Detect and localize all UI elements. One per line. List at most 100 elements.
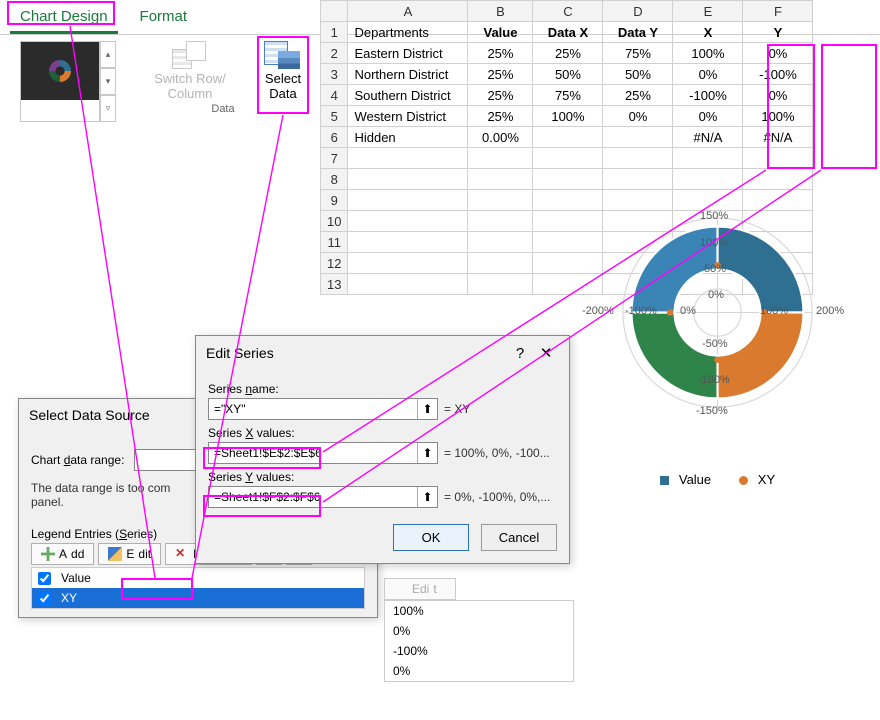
edit-axis-labels-button: Edit bbox=[384, 578, 456, 600]
series-item-value[interactable]: Value bbox=[32, 568, 364, 588]
dialog-title: Edit Series bbox=[206, 345, 274, 361]
gallery-down-icon[interactable]: ▾ bbox=[100, 68, 116, 95]
series-checkbox[interactable] bbox=[38, 572, 51, 585]
cancel-button[interactable]: Cancel bbox=[481, 524, 557, 551]
col-header[interactable]: D bbox=[603, 1, 673, 22]
dialog-title: Select Data Source bbox=[29, 407, 150, 423]
cell[interactable] bbox=[533, 127, 603, 148]
row-header[interactable]: 4 bbox=[321, 85, 348, 106]
cell[interactable]: -100% bbox=[743, 64, 813, 85]
series-y-label: Series Y values: bbox=[208, 470, 557, 484]
series-item-xy[interactable]: XY bbox=[32, 588, 364, 608]
series-list[interactable]: Value XY bbox=[31, 567, 365, 609]
close-button[interactable]: ✕ bbox=[533, 344, 559, 362]
cell[interactable]: Value bbox=[468, 22, 533, 43]
list-item[interactable]: -100% bbox=[385, 641, 573, 661]
row-header[interactable]: 5 bbox=[321, 106, 348, 127]
help-button[interactable]: ? bbox=[507, 345, 533, 362]
axis-labels-list[interactable]: 100% 0% -100% 0% bbox=[384, 600, 574, 682]
cell[interactable]: Western District bbox=[348, 106, 468, 127]
range-picker-icon[interactable]: ⬆ bbox=[417, 487, 437, 507]
series-checkbox[interactable] bbox=[38, 592, 51, 605]
series-y-input[interactable] bbox=[209, 487, 417, 507]
list-item[interactable]: 0% bbox=[385, 621, 573, 641]
cell[interactable]: 25% bbox=[468, 43, 533, 64]
col-header[interactable]: A bbox=[348, 1, 468, 22]
cell[interactable]: #N/A bbox=[743, 127, 813, 148]
edit-icon bbox=[108, 547, 122, 561]
edit-icon bbox=[394, 582, 408, 596]
cell[interactable]: 25% bbox=[533, 43, 603, 64]
cell[interactable]: Data Y bbox=[603, 22, 673, 43]
chart-style-gallery[interactable]: ▴ ▾ ▿ bbox=[20, 41, 116, 122]
row-header[interactable]: 3 bbox=[321, 64, 348, 85]
cell[interactable]: 0% bbox=[673, 106, 743, 127]
col-header[interactable]: C bbox=[533, 1, 603, 22]
col-header[interactable]: E bbox=[673, 1, 743, 22]
series-name-result: = XY bbox=[444, 402, 470, 416]
series-x-input[interactable] bbox=[209, 443, 417, 463]
edit-series-dialog: Edit Series ? ✕ Series name: ⬆ = XY Seri… bbox=[195, 335, 570, 564]
row-header[interactable]: 12 bbox=[321, 253, 348, 274]
cell[interactable]: Data X bbox=[533, 22, 603, 43]
tab-format[interactable]: Format bbox=[130, 4, 198, 34]
row-header[interactable]: 10 bbox=[321, 211, 348, 232]
row-header[interactable]: 6 bbox=[321, 127, 348, 148]
cell[interactable]: 25% bbox=[603, 85, 673, 106]
row-header[interactable]: 1 bbox=[321, 22, 348, 43]
cell[interactable]: 100% bbox=[533, 106, 603, 127]
cell[interactable]: Y bbox=[743, 22, 813, 43]
list-item[interactable]: 100% bbox=[385, 601, 573, 621]
row-header[interactable]: 9 bbox=[321, 190, 348, 211]
cell[interactable]: Hidden bbox=[348, 127, 468, 148]
chart-style-thumb[interactable] bbox=[21, 42, 99, 100]
cell[interactable]: Eastern District bbox=[348, 43, 468, 64]
cell[interactable]: 25% bbox=[468, 106, 533, 127]
cell[interactable] bbox=[348, 148, 468, 169]
cell[interactable]: 100% bbox=[743, 106, 813, 127]
row-header[interactable]: 11 bbox=[321, 232, 348, 253]
cell[interactable]: Southern District bbox=[348, 85, 468, 106]
add-series-button[interactable]: Add bbox=[31, 543, 94, 565]
cell[interactable]: X bbox=[673, 22, 743, 43]
col-header[interactable]: B bbox=[468, 1, 533, 22]
edit-series-button[interactable]: Edit bbox=[98, 543, 161, 565]
gallery-more-icon[interactable]: ▿ bbox=[100, 95, 116, 122]
row-header[interactable]: 2 bbox=[321, 43, 348, 64]
cell[interactable]: 75% bbox=[533, 85, 603, 106]
cell[interactable]: 25% bbox=[468, 85, 533, 106]
cell[interactable]: 0% bbox=[743, 43, 813, 64]
cell[interactable]: 0% bbox=[603, 106, 673, 127]
range-picker-icon[interactable]: ⬆ bbox=[417, 399, 437, 419]
chart-data-range-label: Chart data range: bbox=[31, 453, 124, 467]
cell[interactable]: Northern District bbox=[348, 64, 468, 85]
cell[interactable]: 50% bbox=[533, 64, 603, 85]
col-header[interactable]: F bbox=[743, 1, 813, 22]
cell[interactable]: 50% bbox=[603, 64, 673, 85]
select-data-button[interactable]: Select Data bbox=[264, 41, 302, 101]
range-picker-icon[interactable]: ⬆ bbox=[417, 443, 437, 463]
cell[interactable]: 0.00% bbox=[468, 127, 533, 148]
cell[interactable]: Departments bbox=[348, 22, 468, 43]
ok-button[interactable]: OK bbox=[393, 524, 469, 551]
row-header[interactable]: 13 bbox=[321, 274, 348, 295]
tab-chart-design[interactable]: Chart Design bbox=[10, 4, 118, 34]
cell[interactable]: 100% bbox=[673, 43, 743, 64]
series-name-input[interactable] bbox=[209, 399, 417, 419]
select-all-corner[interactable] bbox=[321, 1, 348, 22]
chart-object[interactable]: 150% 100% 50% 0% -50% -100% -150% -200% … bbox=[570, 195, 865, 505]
cell[interactable]: 0% bbox=[743, 85, 813, 106]
callout-edit-button bbox=[121, 578, 193, 600]
series-x-result: = 100%, 0%, -100... bbox=[444, 446, 550, 460]
cell[interactable]: 25% bbox=[468, 64, 533, 85]
gallery-up-icon[interactable]: ▴ bbox=[100, 41, 116, 68]
row-header[interactable]: 7 bbox=[321, 148, 348, 169]
cell[interactable] bbox=[603, 127, 673, 148]
cell[interactable]: #N/A bbox=[673, 127, 743, 148]
cell[interactable]: -100% bbox=[673, 85, 743, 106]
row-header[interactable]: 8 bbox=[321, 169, 348, 190]
cell[interactable]: 0% bbox=[673, 64, 743, 85]
cell[interactable]: 75% bbox=[603, 43, 673, 64]
switch-row-column-icon bbox=[172, 41, 208, 71]
list-item[interactable]: 0% bbox=[385, 661, 573, 681]
